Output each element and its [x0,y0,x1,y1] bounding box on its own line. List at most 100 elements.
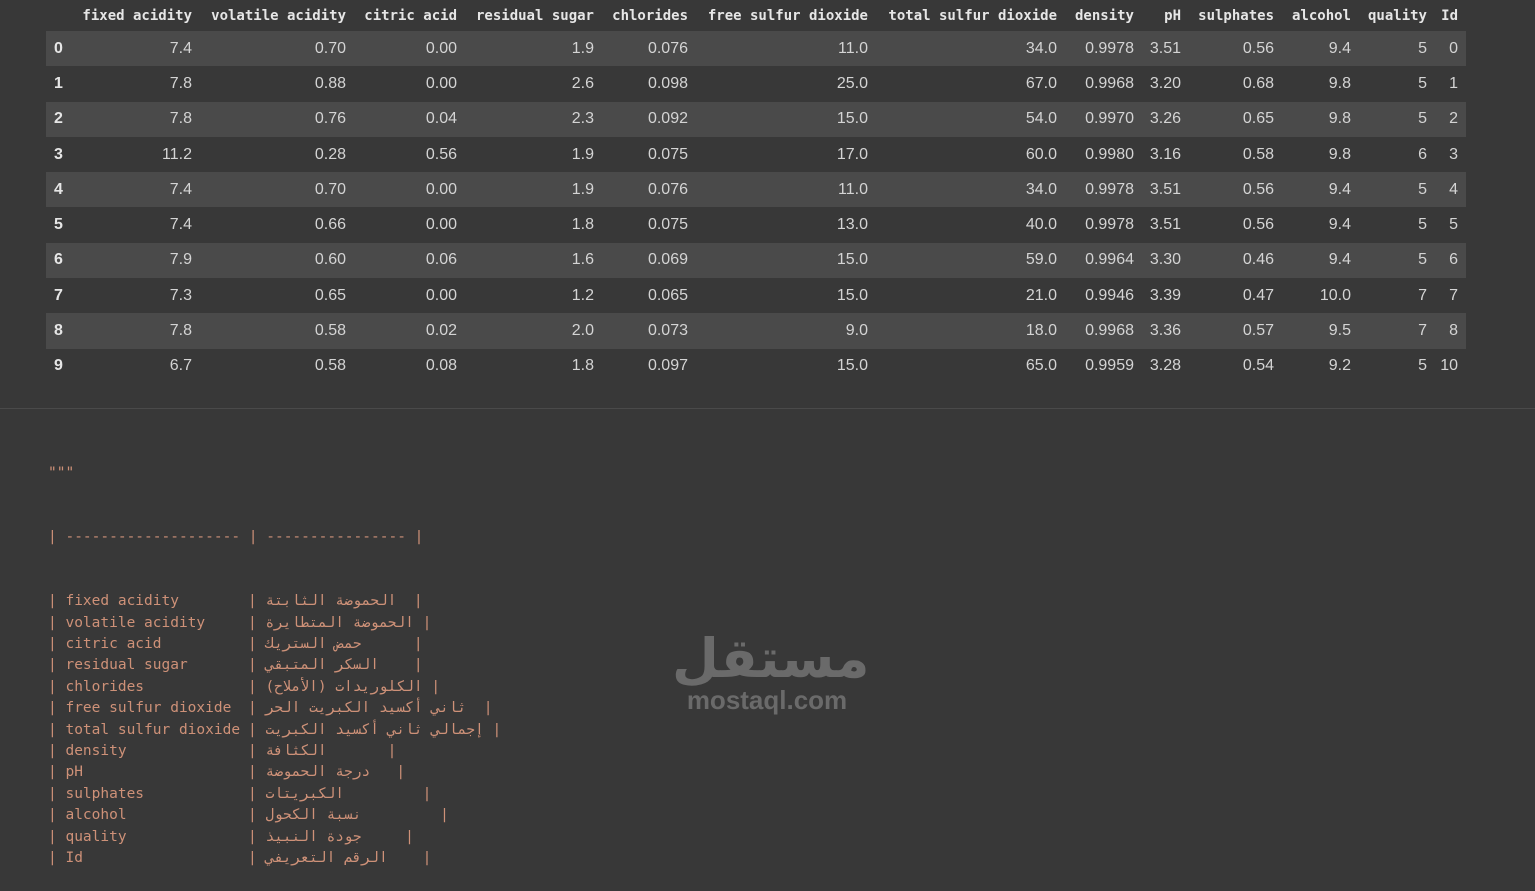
table-cell: 3.36 [1142,313,1189,349]
table-cell: 5 [1359,101,1435,137]
table-cell: 7.8 [74,66,200,102]
table-row: 7 7.3 0.65 0.00 1.2 0.065 15.0 21.0 0.9946 3.39 0.… [46,278,1466,314]
table-cell: 9.4 [1282,172,1359,208]
table-cell: 3.30 [1142,242,1189,279]
table-cell: 6.7 [74,348,200,384]
table-cell: 0.66 [200,207,354,243]
table-row: 9 6.7 0.58 0.08 1.8 0.097 15.0 65.0 0.9959 3.28 0.… [46,348,1466,384]
column-header: free sulfur dioxide [707,7,868,24]
table-cell: 1.8 [465,207,602,243]
table-cell: 3.20 [1142,66,1189,102]
table-cell: 0.073 [602,313,696,349]
feature-name-en: | sulphates [48,785,145,802]
table-cell: 15.0 [696,242,876,279]
column-header: density [1074,7,1134,24]
markdown-table-separator: | -------------------- | ---------------… [48,529,424,546]
table-cell: 0.60 [200,242,354,279]
table-cell: 0.00 [354,66,465,102]
table-row: 2 7.8 0.76 0.04 2.3 0.092 15.0 54.0 0.9970 3.26 0.… [46,101,1466,137]
table-cell: 0.9946 [1065,278,1142,314]
table-row: 6 7.9 0.60 0.06 1.6 0.069 15.0 59.0 0.9964 3.30 0.… [46,242,1466,279]
table-cell: 3.26 [1142,101,1189,137]
table-cell: 0.56 [1189,207,1282,243]
table-cell: 0.54 [1189,348,1282,384]
feature-name-ar: | الرقم التعريفي | [248,849,432,866]
table-cell: 0.092 [602,101,696,137]
table-cell: 9.4 [1282,31,1359,67]
table-cell: 5 [1359,207,1435,243]
feature-name-en: | alcohol [48,807,127,824]
table-cell: 0.28 [200,136,354,173]
table-cell: 15.0 [696,278,876,314]
row-index: 8 [46,313,74,349]
table-cell: 2 [1435,101,1466,137]
table-cell: 0.08 [354,348,465,384]
table-cell: 0.075 [602,136,696,173]
table-cell: 0.65 [1189,101,1282,137]
table-cell: 3.51 [1142,207,1189,243]
table-cell: 34.0 [876,31,1065,67]
table-cell: 0.88 [200,66,354,102]
table-cell: 0.46 [1189,242,1282,279]
table-cell: 9.4 [1282,242,1359,279]
table-cell: 3.51 [1142,172,1189,208]
table-cell: 0.9978 [1065,31,1142,67]
table-cell: 0.075 [602,207,696,243]
table-cell: 0.097 [602,348,696,384]
feature-name-ar: | نسبة الكحول | [248,807,449,824]
dataframe-table: fixed acidity volatile acidity citric ac… [46,0,1466,384]
table-cell: 0.56 [1189,31,1282,67]
markdown-table-line: | pH | درجة الحموضة | [48,762,501,783]
table-cell: 40.0 [876,207,1065,243]
table-row: 3 11.2 0.28 0.56 1.9 0.075 17.0 60.0 0.9980 3.16 0… [46,136,1466,173]
table-row: 0 7.4 0.70 0.00 1.9 0.076 11.0 34.0 0.9978 3.51 0.… [46,31,1466,67]
table-cell: 7.4 [74,207,200,243]
table-cell: 17.0 [696,136,876,173]
table-cell: 1.8 [465,348,602,384]
feature-name-en: | fixed acidity [48,593,179,610]
feature-name-en: | free sulfur dioxide [48,700,232,717]
feature-name-ar: | إجمالي ثاني أكسيد الكبريت | [248,721,502,738]
table-row: 1 7.8 0.88 0.00 2.6 0.098 25.0 67.0 0.9968 3.20 0.… [46,66,1466,102]
feature-name-en: | citric acid [48,636,162,652]
markdown-table-line: | volatile acidity | الحموضة المتطايرة | [48,613,501,634]
feature-name-ar: | الكلوريدات (الأملاح) | [248,678,441,695]
table-cell: 0.9968 [1065,66,1142,102]
table-cell: 8 [1435,313,1466,349]
column-header: chlorides [612,7,688,24]
table-cell: 0.06 [354,242,465,279]
table-cell: 7.4 [74,31,200,67]
mostaql-watermark: مستقل mostaql.com [672,632,871,715]
table-cell: 9.0 [696,313,876,349]
table-cell: 0.076 [602,172,696,208]
table-cell: 5 [1359,172,1435,208]
column-header: citric acid [364,7,457,24]
table-cell: 9.8 [1282,136,1359,173]
table-cell: 0.56 [1189,172,1282,208]
row-index: 9 [46,348,74,384]
table-cell: 0.58 [200,313,354,349]
markdown-table-line: | free sulfur dioxide | ثاني أكسيد الكبري… [48,698,501,719]
code-cell[interactable]: """ | -------------------- | -----------… [48,420,501,891]
table-cell: 0.069 [602,242,696,279]
table-cell: 9.5 [1282,313,1359,349]
table-cell: 59.0 [876,242,1065,279]
column-header [46,0,74,31]
table-cell: 34.0 [876,172,1065,208]
table-cell: 10 [1435,348,1466,384]
feature-name-ar: | الكثافة | [248,742,397,759]
row-index: 3 [46,136,74,173]
feature-name-en: | Id [48,849,83,866]
table-cell: 11.0 [696,31,876,67]
markdown-table-line: | total sulfur dioxide | إجمالي ثاني أكسي… [48,720,501,741]
table-cell: 3.51 [1142,31,1189,67]
table-cell: 9.8 [1282,66,1359,102]
table-cell: 0.47 [1189,278,1282,314]
table-cell: 0.065 [602,278,696,314]
table-cell: 9.4 [1282,207,1359,243]
table-cell: 7.3 [74,278,200,314]
table-cell: 2.3 [465,101,602,137]
markdown-table-line: | citric acid | حمض الستريك | [48,634,501,655]
table-cell: 7.8 [74,313,200,349]
table-cell: 0.04 [354,101,465,137]
